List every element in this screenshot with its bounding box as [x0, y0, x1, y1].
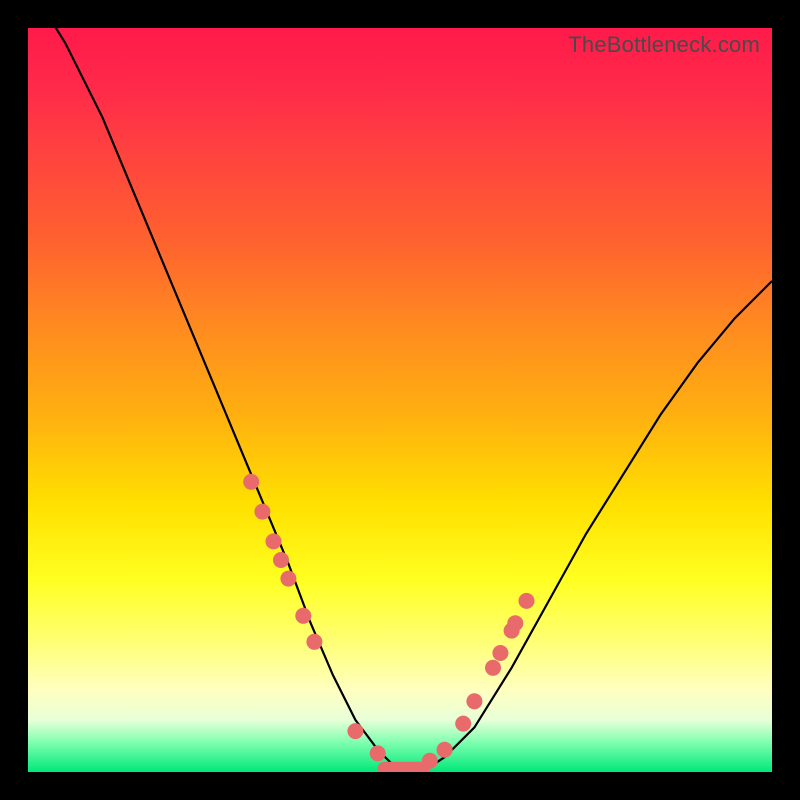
marker-dot — [370, 745, 386, 761]
marker-dot — [466, 693, 482, 709]
marker-dot — [485, 660, 501, 676]
marker-dot — [243, 474, 259, 490]
plot-area: TheBottleneck.com — [28, 28, 772, 772]
marker-dot — [492, 645, 508, 661]
curve-line — [28, 28, 772, 772]
marker-dot — [437, 742, 453, 758]
marker-dot — [266, 533, 282, 549]
marker-dot — [273, 552, 289, 568]
marker-dot — [347, 723, 363, 739]
marker-dot — [254, 504, 270, 520]
marker-dot — [455, 716, 471, 732]
marker-dot — [519, 593, 535, 609]
marker-dot — [280, 571, 296, 587]
marker-dot — [295, 608, 311, 624]
marker-dot — [507, 615, 523, 631]
marker-points — [243, 474, 534, 769]
chart-frame: TheBottleneck.com — [0, 0, 800, 800]
watermark-text: TheBottleneck.com — [568, 32, 760, 58]
bottleneck-curve — [28, 28, 772, 772]
chart-svg — [28, 28, 772, 772]
flat-segment — [378, 762, 430, 772]
marker-dot — [306, 634, 322, 650]
flat-segment-bar — [378, 762, 430, 772]
marker-dot — [422, 753, 438, 769]
